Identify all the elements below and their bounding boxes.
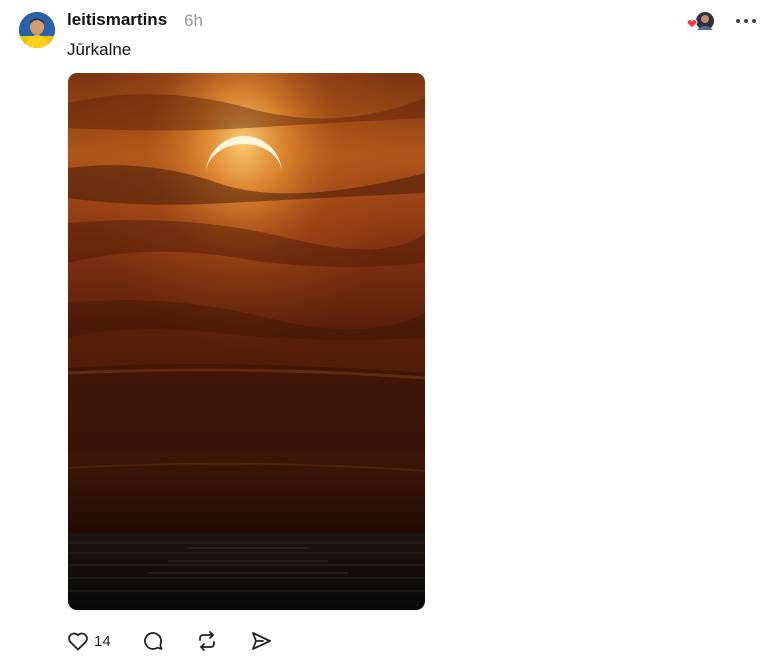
username[interactable]: leitismartins: [67, 10, 167, 30]
avatar[interactable]: [19, 12, 55, 48]
share-icon: [251, 632, 271, 650]
more-options-icon[interactable]: [733, 12, 759, 30]
post-actions: 14: [66, 627, 273, 655]
heart-icon: [68, 632, 88, 651]
share-button[interactable]: [249, 629, 273, 653]
comment-button[interactable]: [141, 629, 165, 653]
comment-icon: [143, 632, 163, 650]
post-image[interactable]: [68, 73, 425, 610]
heart-badge-icon: [686, 19, 698, 29]
like-button[interactable]: 14: [66, 629, 111, 653]
repost-button[interactable]: [195, 629, 219, 653]
post-timestamp[interactable]: 6h: [184, 11, 203, 31]
like-count: 14: [94, 632, 111, 650]
repost-icon: [198, 631, 215, 651]
liked-by-avatar-icon[interactable]: [685, 10, 715, 32]
post-caption: Jūrkalne: [67, 40, 132, 59]
